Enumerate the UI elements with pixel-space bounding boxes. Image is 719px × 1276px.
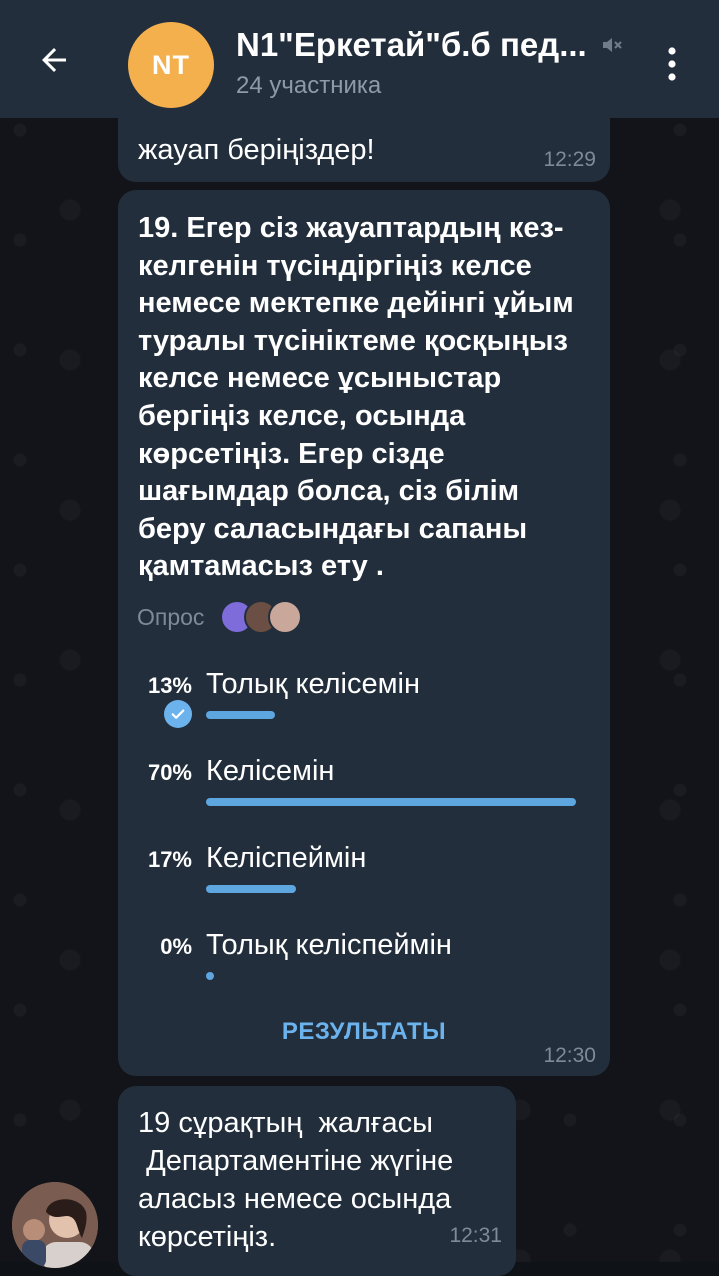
option-label: Толық келісемін — [206, 668, 421, 700]
poll-type-label: Опрос — [137, 604, 205, 630]
option-label: Толық келіспеймін — [206, 929, 452, 961]
poll-option[interactable]: 0% Толық келіспеймін — [118, 929, 610, 1014]
option-bar — [206, 972, 214, 980]
message-time: 12:31 — [449, 1224, 502, 1247]
option-percent: 0% — [160, 934, 192, 959]
member-count: 24 участника — [236, 72, 382, 99]
sender-avatar[interactable] — [12, 1182, 98, 1268]
poll-message[interactable]: 19. Егер сіз жауаптардың кез-келгенін тү… — [118, 190, 610, 1076]
arrow-left-icon — [42, 48, 66, 72]
group-avatar[interactable]: NT — [128, 22, 214, 108]
muted-speaker-icon — [603, 38, 622, 52]
more-vertical-icon — [668, 47, 676, 81]
option-label: Келісемін — [206, 755, 335, 787]
poll-question: 19. Егер сіз жауаптардың кез-келгенін тү… — [138, 212, 574, 583]
checkmark-icon — [164, 700, 192, 728]
option-bar — [206, 885, 296, 893]
menu-button[interactable] — [652, 40, 692, 88]
message-bubble[interactable]: 19 сұрақтың жалғасы Департаментіне жүгін… — [118, 1086, 516, 1276]
option-bar — [206, 798, 576, 806]
sender-photo — [12, 1182, 98, 1268]
chat-title[interactable]: N1"Еркетай"б.б пед... — [236, 26, 592, 64]
option-percent: 17% — [147, 847, 192, 872]
option-percent: 13% — [147, 673, 192, 698]
option-label: Келіспеймін — [206, 842, 367, 874]
message-time: 12:29 — [543, 148, 596, 171]
poll-option[interactable]: 13% Толық келісемін — [118, 668, 610, 753]
recent-voters — [220, 600, 310, 634]
poll-option[interactable]: 17% Келіспеймін — [118, 842, 610, 927]
back-button[interactable] — [22, 28, 86, 92]
message-text: жауап беріңіздер! — [138, 134, 375, 166]
message-time: 12:30 — [543, 1044, 596, 1067]
chat-header: NT N1"Еркетай"б.б пед... 24 участника — [0, 0, 719, 118]
option-bar — [206, 711, 275, 719]
option-percent: 70% — [147, 760, 192, 785]
voter-avatar — [268, 600, 302, 634]
poll-option[interactable]: 70% Келісемін — [118, 755, 610, 840]
results-button[interactable]: РЕЗУЛЬТАТЫ — [118, 1018, 610, 1046]
